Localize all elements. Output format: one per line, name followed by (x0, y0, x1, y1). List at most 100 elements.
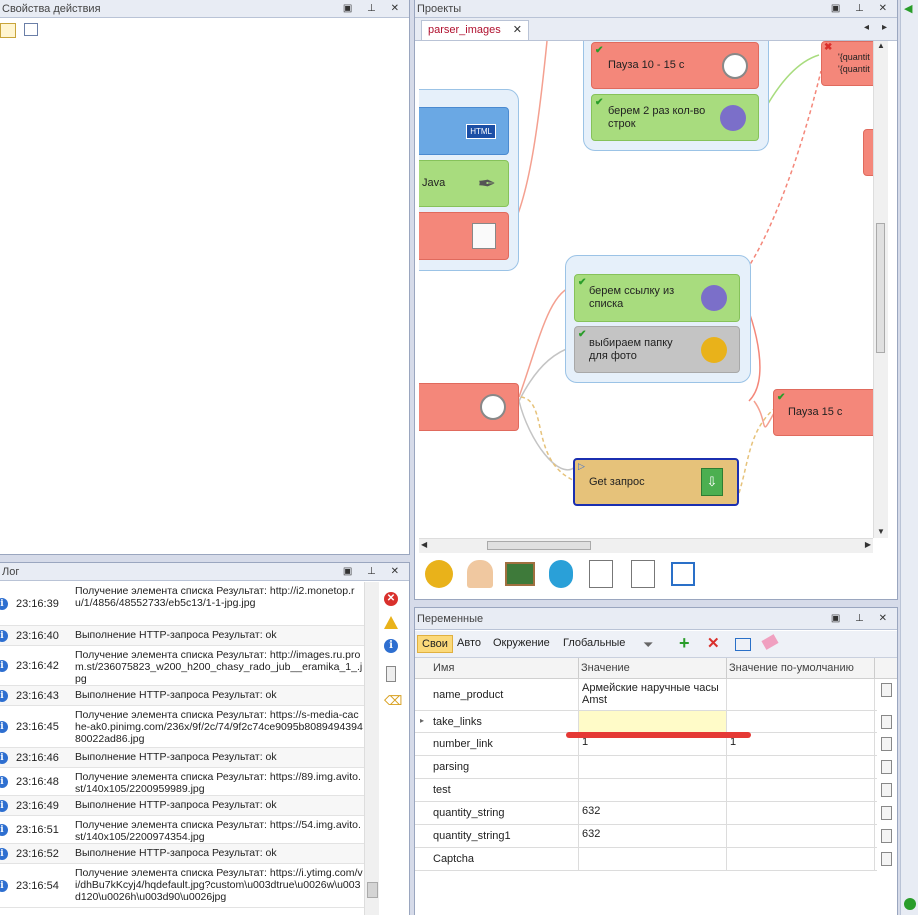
projects-window-buttons[interactable]: ▣ ⊥ ✕ (831, 0, 893, 18)
log-entry[interactable]: i 23:16:46 Выполнение HTTP-запроса Результ… (0, 748, 364, 768)
variable-default-cell[interactable] (727, 825, 875, 847)
add-icon[interactable]: + (679, 633, 690, 654)
properties-edit-icon[interactable] (24, 23, 38, 36)
scroll-down-icon[interactable]: ▼ (877, 527, 885, 536)
vars-tab-own[interactable]: Свои (417, 635, 453, 653)
copy-icon[interactable] (881, 852, 892, 866)
copy-icon[interactable] (881, 806, 892, 820)
panel-window-buttons[interactable]: ▣ ⊥ ✕ (343, 0, 405, 18)
variable-default-cell[interactable] (727, 848, 875, 870)
diagram-vscrollbar[interactable]: ▲ ▼ (873, 41, 888, 538)
vars-tab-environment[interactable]: Окружение (493, 637, 550, 649)
scroll-right-icon[interactable]: ▶ (865, 540, 871, 549)
variable-value-cell[interactable]: 632 (579, 825, 727, 847)
log-entry[interactable]: i 23:16:43 Выполнение HTTP-запроса Результ… (0, 686, 364, 706)
node-choose-folder[interactable]: ✔ выбираем папку для фото (574, 326, 740, 373)
variable-name-cell[interactable]: number_link (415, 733, 579, 755)
log-entry[interactable]: i 23:16:52 Выполнение HTTP-запроса Результ… (0, 844, 364, 864)
variable-default-cell[interactable] (727, 711, 875, 732)
col-default-header[interactable]: Значение по-умолчанию (729, 662, 854, 674)
log-warning-icon[interactable] (384, 616, 398, 629)
variable-name-cell[interactable]: Captcha (415, 848, 579, 870)
node-java[interactable]: Java ✒ (419, 160, 509, 207)
log-file-icon[interactable] (386, 666, 396, 682)
diagram-hscroll-thumb[interactable] (487, 541, 591, 550)
log-entry[interactable]: i 23:16:40 Выполнение HTTP-запроса Результ… (0, 626, 364, 646)
variable-name-cell[interactable]: quantity_string (415, 802, 579, 824)
log-scroll-thumb[interactable] (367, 882, 378, 898)
col-name-header[interactable]: Имя (433, 662, 454, 674)
variable-value-cell[interactable]: 632 (579, 802, 727, 824)
variable-value-cell[interactable] (579, 848, 727, 870)
eraser-icon[interactable] (761, 634, 779, 650)
node-timer[interactable] (419, 383, 519, 431)
variable-row[interactable]: quantity_string 632 (415, 802, 877, 825)
variable-value-cell[interactable] (579, 711, 727, 732)
log-info-icon[interactable]: i (384, 639, 398, 653)
tab-parser-images[interactable]: parser_images ✕ (421, 20, 529, 40)
copy-icon[interactable] (881, 715, 892, 729)
properties-grid-icon[interactable] (0, 23, 16, 38)
log-window-buttons[interactable]: ▣ ⊥ ✕ (343, 563, 405, 581)
rename-icon[interactable] (735, 638, 751, 651)
log-entry[interactable]: i 23:16:49 Выполнение HTTP-запроса Результ… (0, 796, 364, 816)
variable-row[interactable]: quantity_string1 632 (415, 825, 877, 848)
variable-value-cell[interactable]: Армейские наручные часы Amst (579, 679, 727, 710)
variable-name-cell[interactable]: test (415, 779, 579, 801)
node-quantity[interactable]: ✖ '{quantit '{quantit (821, 41, 873, 86)
check-circle-icon[interactable] (904, 898, 916, 910)
delete-icon[interactable]: ✕ (707, 634, 720, 652)
log-entry[interactable]: i 23:16:42 Получение элемента списка Резул… (0, 646, 364, 686)
variable-name-cell[interactable]: parsing (415, 756, 579, 778)
node-partial-right[interactable] (863, 129, 873, 176)
table-icon[interactable] (589, 560, 613, 588)
tab-scroll-right-icon[interactable]: ▸ (882, 22, 887, 33)
diagram-vscroll-thumb[interactable] (876, 223, 885, 353)
variable-name-cell[interactable]: take_links (415, 711, 579, 732)
log-entry[interactable]: i 23:16:45 Получение элемента списка Резул… (0, 706, 364, 748)
node-take-link[interactable]: ✔ берем ссылку из списка (574, 274, 740, 322)
gears-icon[interactable] (425, 560, 453, 588)
variable-value-cell[interactable] (579, 779, 727, 801)
diagram-hscrollbar[interactable]: ◀ ▶ (419, 538, 873, 553)
log-entry[interactable]: i 23:16:54 Получение элемента списка Резул… (0, 864, 364, 908)
variable-default-cell[interactable] (727, 679, 875, 710)
node-get-request[interactable]: ▷ Get запрос ⇩ (573, 458, 739, 506)
variable-row[interactable]: name_product Армейские наручные часы Amst (415, 679, 877, 711)
chalkboard-icon[interactable] (505, 562, 535, 586)
col-value-header[interactable]: Значение (581, 662, 630, 674)
scroll-left-icon[interactable]: ◀ (421, 540, 427, 549)
filter-icon[interactable]: ⏷ (643, 637, 653, 653)
variables-window-buttons[interactable]: ▣ ⊥ ✕ (831, 608, 893, 630)
variable-row[interactable]: ▸ take_links (415, 711, 877, 733)
copy-icon[interactable] (881, 760, 892, 774)
copy-icon[interactable] (881, 737, 892, 751)
copy-icon[interactable] (881, 783, 892, 797)
vars-tab-auto[interactable]: Авто (457, 637, 481, 649)
diagram-canvas[interactable]: ✔ Пауза 10 - 15 с ✔ берем 2 раз кол-во с… (419, 41, 873, 538)
node-switch[interactable]: " (419, 212, 509, 260)
node-pause-15[interactable]: ✔ Пауза 15 с (773, 389, 873, 436)
tab-scroll-left-icon[interactable]: ◂ (864, 22, 869, 33)
log-scrollbar[interactable] (364, 582, 379, 915)
variable-default-cell[interactable] (727, 779, 875, 801)
variable-row[interactable]: Captcha (415, 848, 877, 871)
log-broom-icon[interactable]: ⌫ (384, 694, 402, 708)
user-icon[interactable] (467, 560, 493, 588)
copy-icon[interactable] (881, 683, 892, 697)
variable-default-cell[interactable] (727, 756, 875, 778)
list-icon[interactable] (631, 560, 655, 588)
variable-name-cell[interactable]: quantity_string1 (415, 825, 579, 847)
variable-row[interactable]: test (415, 779, 877, 802)
variable-default-cell[interactable] (727, 802, 875, 824)
variable-value-cell[interactable] (579, 756, 727, 778)
robot-icon[interactable] (549, 560, 573, 588)
copy-icon[interactable] (881, 829, 892, 843)
tab-close-icon[interactable]: ✕ (513, 23, 522, 36)
scroll-up-icon[interactable]: ▲ (877, 41, 885, 50)
variable-name-cell[interactable]: name_product (415, 679, 579, 710)
node-html[interactable]: HTML (419, 107, 509, 155)
node-take-2[interactable]: ✔ берем 2 раз кол-во строк (591, 94, 759, 141)
log-entry[interactable]: i 23:16:48 Получение элемента списка Резул… (0, 768, 364, 796)
log-entry[interactable]: i 23:16:51 Получение элемента списка Резул… (0, 816, 364, 844)
